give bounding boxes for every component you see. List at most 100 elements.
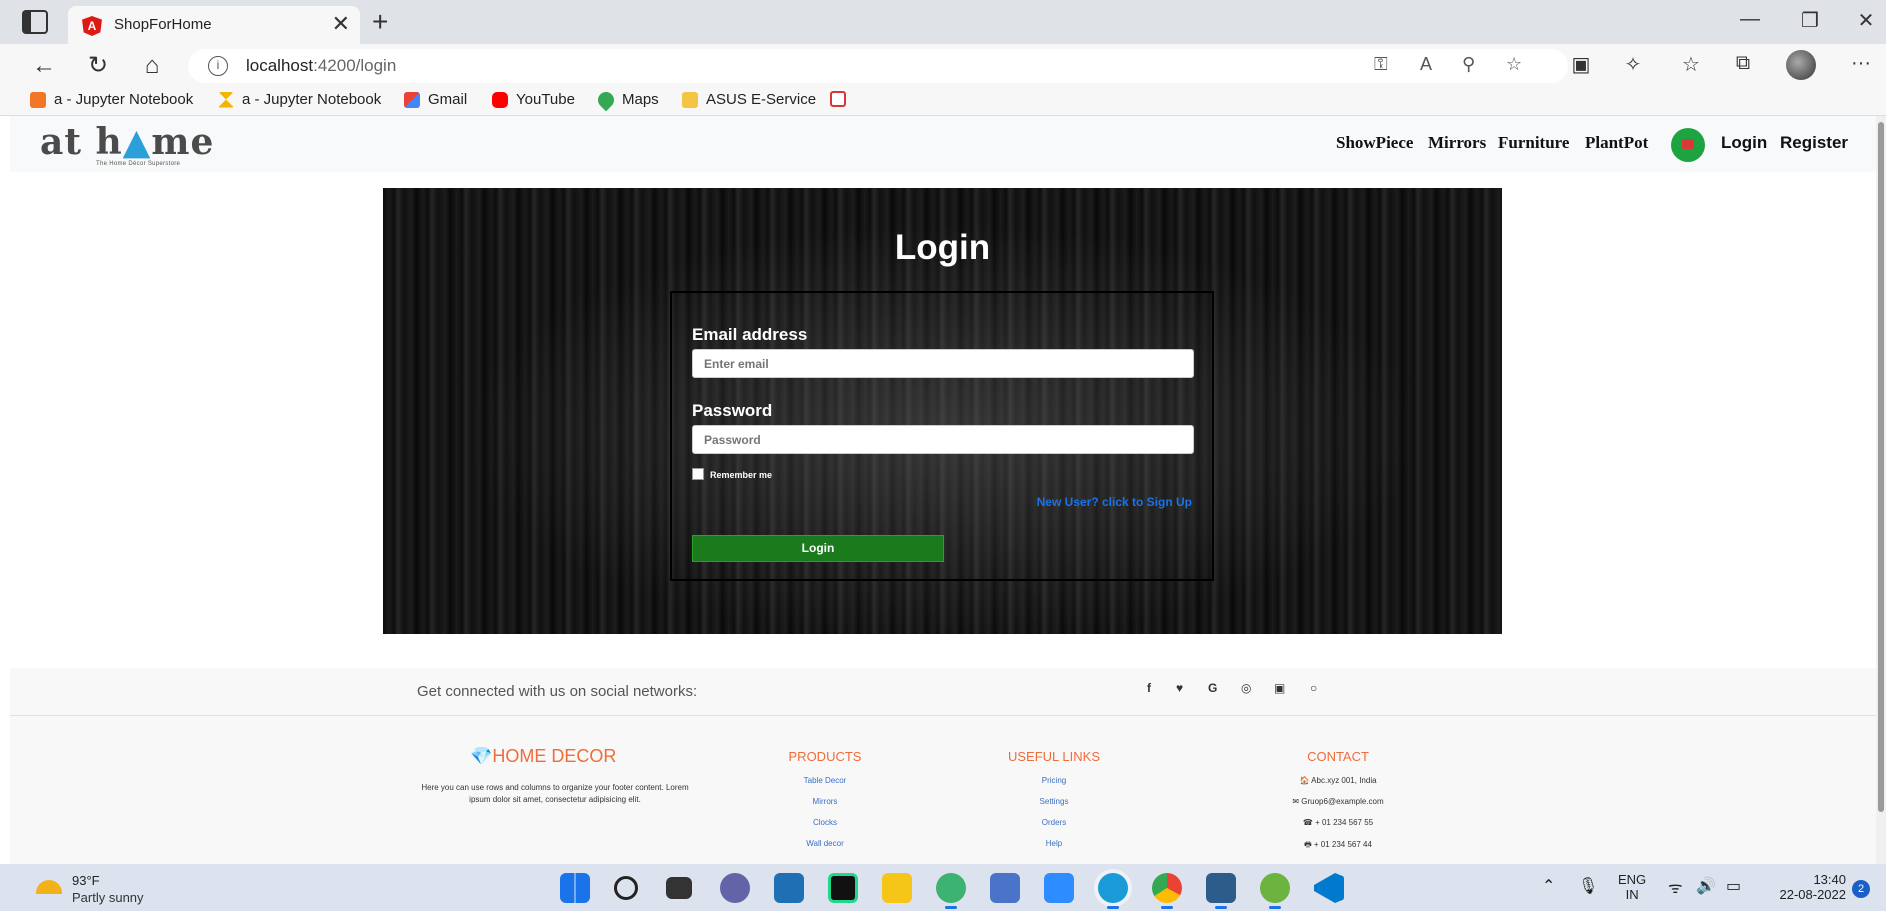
bookmark-label: Maps	[622, 91, 659, 108]
site-info-icon[interactable]: i	[208, 56, 228, 76]
page-scrollbar[interactable]	[1876, 116, 1886, 864]
zoom-icon[interactable]: ⚲	[1462, 54, 1475, 75]
favorites-icon[interactable]: ☆	[1676, 52, 1706, 77]
footer-link-orders[interactable]: Orders	[974, 818, 1134, 827]
extensions-puzzle-icon[interactable]: ✧	[1618, 52, 1648, 77]
scrollbar-thumb[interactable]	[1878, 122, 1884, 812]
close-window-button[interactable]: ✕	[1846, 8, 1886, 33]
weather-temperature[interactable]: 93°F	[72, 873, 100, 888]
weather-description[interactable]: Partly sunny	[72, 890, 144, 905]
pycharm-icon[interactable]	[828, 873, 858, 903]
nav-link-furniture[interactable]: Furniture	[1498, 133, 1569, 153]
edge-browser-icon[interactable]	[1098, 873, 1128, 909]
bookmark-maps[interactable]: Maps	[594, 88, 659, 111]
folder-icon	[682, 91, 698, 108]
home-icon[interactable]: ⌂	[136, 50, 168, 82]
spring-tool-icon[interactable]	[1260, 873, 1290, 909]
password-field[interactable]	[692, 425, 1194, 454]
maps-pin-icon	[594, 88, 618, 111]
jupyter-icon	[30, 91, 46, 108]
notification-badge[interactable]: 2	[1852, 880, 1870, 898]
collections-icon[interactable]: ⧉	[1728, 52, 1758, 75]
tab-close-icon[interactable]: ✕	[332, 12, 350, 36]
footer-link-pricing[interactable]: Pricing	[974, 776, 1134, 785]
email-field[interactable]	[692, 349, 1194, 378]
chrome-browser-icon[interactable]	[1152, 873, 1182, 909]
menu-icon[interactable]: ···	[1846, 52, 1876, 75]
facebook-icon[interactable]: f	[1147, 681, 1151, 695]
add-favorite-icon[interactable]: ☆	[1506, 54, 1522, 75]
file-explorer-icon[interactable]	[882, 873, 912, 903]
bookmark-youtube[interactable]: YouTube	[492, 91, 575, 108]
mysql-workbench-icon[interactable]	[1206, 873, 1236, 909]
footer-link-table-decor[interactable]: Table Decor	[745, 776, 905, 785]
address-bar: ← ↻ ⌂ i localhost:4200/login ⚿ A ⚲ ☆ ▣ ✧…	[0, 44, 1886, 88]
signup-link[interactable]: New User? click to Sign Up	[1037, 495, 1192, 509]
zoom-app-icon[interactable]	[1044, 873, 1074, 903]
extension-icon[interactable]: ▣	[1566, 52, 1596, 77]
clock[interactable]: 13:40 22-08-2022	[1762, 872, 1847, 902]
key-icon[interactable]: ⚿	[1374, 54, 1388, 75]
contact-email: ✉ Gruop6@example.com	[1292, 797, 1384, 806]
task-view-icon[interactable]	[666, 877, 692, 899]
bookmark-gmail[interactable]: Gmail	[404, 91, 467, 108]
vscode-icon[interactable]	[1314, 873, 1344, 903]
footer-link-help[interactable]: Help	[974, 839, 1134, 848]
footer-link-wall-decor[interactable]: Wall decor	[745, 839, 905, 848]
bookmark-jupyter-2[interactable]: a - Jupyter Notebook	[218, 91, 381, 108]
footer-link-clocks[interactable]: Clocks	[745, 818, 905, 827]
remember-me-checkbox[interactable]	[692, 468, 704, 480]
linkedin-icon[interactable]: ▣	[1274, 681, 1285, 695]
start-windows-icon[interactable]	[560, 873, 590, 903]
email-label: Email address	[692, 325, 808, 344]
bookmark-pdf[interactable]	[830, 91, 854, 107]
google-icon[interactable]: G	[1208, 681, 1217, 695]
url-text[interactable]: localhost:4200/login	[246, 56, 396, 76]
minimize-button[interactable]: —	[1730, 8, 1770, 31]
wifi-icon[interactable]: ᯤ	[1668, 876, 1683, 898]
hourglass-icon	[218, 91, 234, 108]
restore-button[interactable]: ❐	[1790, 8, 1830, 33]
site-logo[interactable]: at h▲me The Home Décor Superstore	[40, 124, 214, 167]
footer-link-settings[interactable]: Settings	[974, 797, 1134, 806]
browser-tab-active[interactable]: A ShopForHome ✕	[68, 6, 360, 44]
back-icon[interactable]: ←	[28, 50, 60, 82]
clock-date: 22-08-2022	[1779, 887, 1847, 902]
teams-chat-icon[interactable]	[720, 873, 750, 903]
bookmark-jupyter-1[interactable]: a - Jupyter Notebook	[30, 91, 193, 108]
cart-icon[interactable]	[1671, 128, 1705, 162]
battery-icon[interactable]: ▭	[1726, 876, 1741, 896]
chevron-up-icon[interactable]: ⌃	[1542, 876, 1555, 896]
language-region: IN	[1625, 887, 1639, 902]
mail-icon[interactable]	[774, 873, 804, 903]
volume-icon[interactable]: 🔊	[1696, 876, 1716, 896]
microphone-icon[interactable]: 🎙	[1578, 876, 1598, 896]
photos-icon[interactable]	[990, 873, 1020, 903]
footer-link-mirrors[interactable]: Mirrors	[745, 797, 905, 806]
bookmark-asus[interactable]: ASUS E-Service	[682, 91, 816, 108]
nav-register-link[interactable]: Register	[1780, 133, 1848, 153]
contact-address: 🏠 Abc.xyz 001, India	[1299, 776, 1377, 785]
weather-sun-icon[interactable]	[36, 880, 62, 894]
read-aloud-icon[interactable]: A	[1420, 54, 1432, 75]
refresh-icon[interactable]: ↻	[82, 50, 114, 82]
nav-login-link[interactable]: Login	[1721, 133, 1767, 153]
footer-brand: 💎HOME DECOR	[470, 746, 617, 766]
search-icon[interactable]	[614, 876, 638, 900]
twitter-icon[interactable]: ♥	[1176, 681, 1183, 695]
github-icon[interactable]: ○	[1310, 681, 1317, 695]
login-button[interactable]: Login	[692, 535, 944, 562]
nav-link-showpiece[interactable]: ShowPiece	[1336, 133, 1413, 153]
browser-tab-bar: A ShopForHome ✕ + — ❐ ✕	[0, 0, 1886, 44]
maps-app-icon[interactable]	[936, 873, 966, 909]
tab-actions-icon[interactable]	[22, 10, 48, 34]
language-indicator[interactable]: ENG IN	[1618, 872, 1646, 902]
password-label: Password	[692, 401, 773, 420]
instagram-icon[interactable]: ◎	[1241, 681, 1251, 695]
url-field[interactable]: i localhost:4200/login ⚿ A ⚲ ☆	[188, 49, 1568, 83]
new-tab-button[interactable]: +	[372, 6, 388, 38]
profile-avatar[interactable]	[1786, 50, 1816, 80]
nav-link-plantpot[interactable]: PlantPot	[1585, 133, 1648, 153]
windows-taskbar: 93°F Partly sunny ⌃ 🎙 ENG IN ᯤ 🔊 ▭ 13:40 2…	[0, 864, 1886, 911]
nav-link-mirrors[interactable]: Mirrors	[1428, 133, 1486, 153]
